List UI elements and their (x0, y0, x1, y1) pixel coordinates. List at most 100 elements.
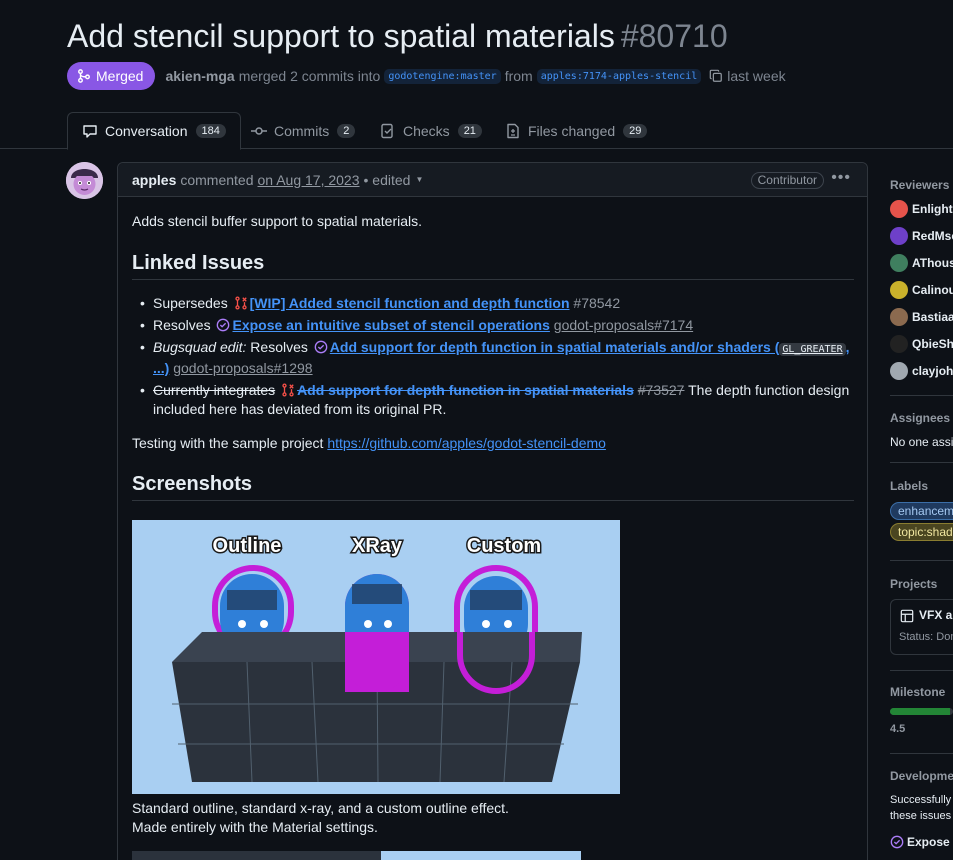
development-link[interactable]: Expose a (907, 835, 953, 849)
reviewer-item[interactable]: Calinou (890, 276, 953, 303)
assignees-value: No one assig (890, 435, 953, 449)
merged-badge-label: Merged (96, 68, 144, 84)
comment-body: Adds stencil buffer support to spatial m… (132, 211, 854, 501)
issue-link[interactable]: Expose an intuitive subset of stencil op… (232, 317, 549, 333)
issue-link[interactable]: Add support for depth function in spatia… (330, 339, 780, 355)
pr-title-text: Add stencil support to spatial materials (67, 18, 615, 54)
checklist-icon (381, 123, 393, 138)
reviewer-name: AThousa (912, 255, 953, 270)
pr-meta: Merged akien-mga merged 2 commits into g… (67, 62, 786, 90)
list-item: Resolves Expose an intuitive subset of s… (140, 316, 854, 335)
item-prefix: Resolves (250, 339, 308, 355)
pr-description-comment: apples commented on Aug 17, 2023 • edite… (117, 162, 868, 860)
issue-ref[interactable]: godot-proposals#1298 (173, 360, 312, 376)
reviewer-item[interactable]: RedMse (890, 222, 953, 249)
list-item: Bugsquad edit: Resolves Add support for … (140, 338, 854, 378)
reviewer-avatar (890, 280, 908, 299)
label-enhancement[interactable]: enhanceme (890, 502, 953, 520)
tab-label: Conversation (105, 123, 188, 139)
reviewer-name: Calinou (912, 282, 953, 297)
reviewer-avatar (890, 307, 908, 326)
reviewer-avatar (890, 334, 908, 353)
assignees-title[interactable]: Assignees (890, 411, 950, 425)
tab-count: 184 (195, 124, 226, 138)
project-status: Status: Don (899, 631, 953, 643)
tab-files-changed[interactable]: Files changed 29 (505, 112, 648, 149)
issue-ref[interactable]: #73527 (638, 382, 685, 398)
sidebar-divider (890, 753, 953, 754)
merge-time: last week (727, 68, 786, 84)
screenshot-image[interactable]: Outline XRay Custom (132, 520, 620, 794)
from-text: from (504, 68, 533, 84)
second-screenshot[interactable] (132, 851, 581, 860)
comment-author[interactable]: apples (132, 172, 176, 188)
tab-conversation[interactable]: Conversation 184 (67, 112, 241, 150)
screenshot-label-custom: Custom (467, 535, 541, 557)
label-chip[interactable]: topic:shade (890, 523, 953, 541)
milestone-progress-fill (890, 708, 950, 715)
testing-text: Testing with the sample project (132, 435, 324, 451)
issue-closed-icon (314, 340, 328, 354)
linked-issues-heading: Linked Issues (132, 252, 854, 280)
comment-date[interactable]: on Aug 17, 2023 (258, 172, 360, 188)
screenshot-caption: Standard outline, standard x-ray, and a … (132, 799, 854, 837)
screenshot-label-outline: Outline (213, 535, 282, 557)
commit-icon (251, 126, 267, 135)
issue-closed-icon (890, 835, 904, 849)
tab-checks[interactable]: Checks 21 (380, 112, 482, 149)
milestone-progress (890, 708, 953, 715)
testing-paragraph: Testing with the sample project https://… (132, 433, 854, 453)
tab-count: 21 (457, 123, 482, 138)
project-name[interactable]: VFX an (919, 608, 953, 622)
sidebar-divider (890, 395, 953, 396)
issue-ref[interactable]: #78542 (573, 295, 620, 311)
development-issue[interactable]: Expose a (890, 835, 953, 849)
milestone-value[interactable]: 4.5 (890, 723, 905, 735)
list-item: Supersedes [WIP] Added stencil function … (140, 294, 854, 313)
projects-title[interactable]: Projects (890, 577, 937, 591)
project-card[interactable]: VFX an Status: Don (890, 599, 953, 655)
reviewer-item[interactable]: clayjohn (890, 357, 953, 384)
base-branch[interactable]: godotengine:master (384, 68, 501, 84)
pr-title: Add stencil support to spatial materials… (67, 18, 728, 55)
item-prefix: Resolves (153, 317, 211, 333)
reviewer-name: Bastiaan (912, 309, 953, 324)
milestone-title[interactable]: Milestone (890, 685, 945, 699)
pr-number: #80710 (620, 18, 728, 54)
tab-count: 2 (337, 123, 356, 138)
reviewer-item[interactable]: QbieSha (890, 330, 953, 357)
contributor-badge: Contributor (750, 172, 824, 189)
development-title[interactable]: Development (890, 769, 953, 783)
merger-link[interactable]: akien-mga (165, 68, 234, 84)
tab-label: Files changed (528, 122, 616, 139)
label-chip[interactable]: enhanceme (890, 502, 953, 520)
issue-link[interactable]: Add support for depth function in spatia… (297, 382, 634, 398)
reviewer-item[interactable]: Enlighte (890, 195, 953, 222)
reviewer-item[interactable]: AThousa (890, 249, 953, 276)
reviewer-name: clayjohn (912, 363, 953, 378)
copy-icon[interactable] (709, 69, 723, 83)
reviewer-item[interactable]: Bastiaan (890, 303, 953, 330)
chevron-down-icon[interactable]: ▼ (415, 175, 423, 184)
item-prefix: Supersedes (153, 295, 228, 311)
reviewer-avatar (890, 361, 908, 380)
comment-icon (83, 125, 97, 138)
merged-badge: Merged (67, 62, 156, 90)
issue-closed-icon (217, 318, 230, 332)
issue-ref[interactable]: godot-proposals#7174 (554, 317, 693, 333)
development-line: Successfully (890, 794, 952, 806)
labels-title[interactable]: Labels (890, 479, 928, 493)
pr-closed-icon (234, 296, 247, 310)
head-branch[interactable]: apples:7174-apples-stencil (536, 68, 702, 84)
label-topic-shaders[interactable]: topic:shade (890, 523, 953, 541)
edited-dropdown[interactable]: • edited (364, 172, 411, 188)
avatar[interactable] (66, 162, 103, 199)
screenshot-label-xray: XRay (352, 535, 403, 557)
issue-link[interactable]: [WIP] Added stencil function and depth f… (250, 295, 570, 311)
reviewers-title[interactable]: Reviewers (890, 178, 949, 192)
tab-commits[interactable]: Commits 2 (251, 112, 356, 149)
kebab-menu-icon[interactable]: ••• (831, 169, 851, 187)
development-text: Successfully these issues (890, 792, 951, 824)
demo-link[interactable]: https://github.com/apples/godot-stencil-… (327, 435, 606, 451)
comment-action: commented (180, 171, 254, 188)
